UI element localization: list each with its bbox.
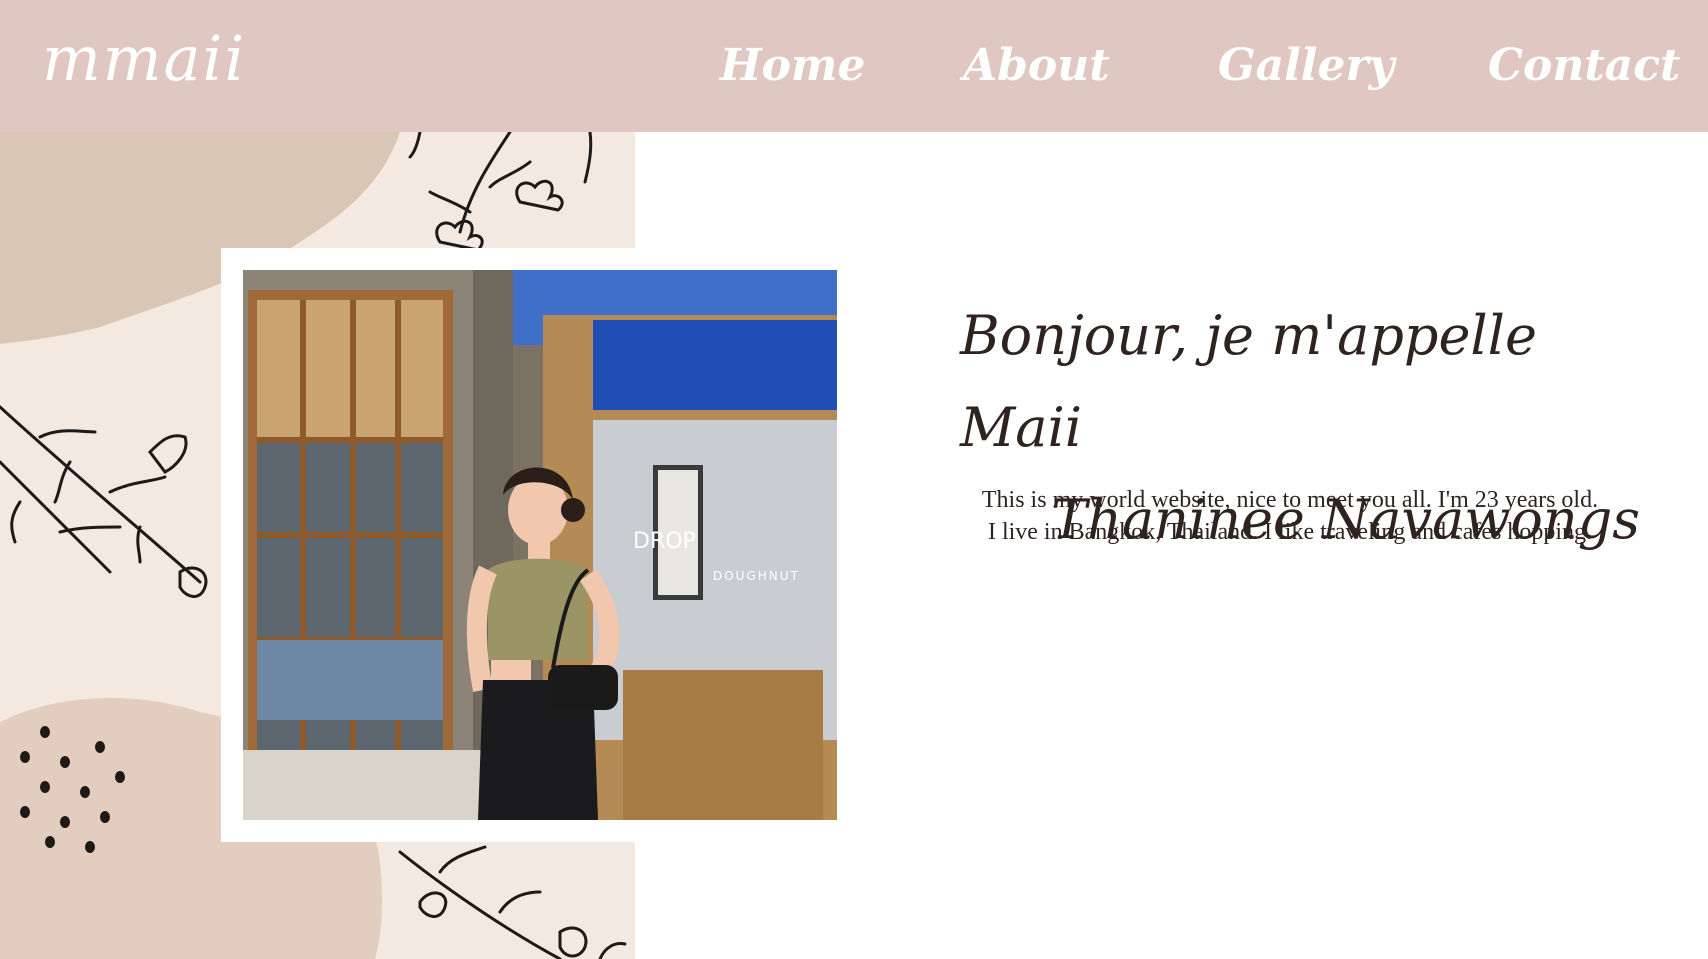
bio-text: This is my world website, nice to meet y…: [945, 484, 1635, 548]
bio-line-2: I live in Bangkok, Thailand. I like trav…: [987, 519, 1593, 545]
greeting-line-1: Bonjour, je m'appelle Maii: [960, 304, 1537, 459]
cafe-photo-illustration: DROP DOUGHNUT: [243, 270, 837, 820]
cafe-sign-text: DROP: [633, 529, 696, 554]
main-nav: Home About Gallery Contact: [0, 40, 1708, 100]
nav-contact-link[interactable]: Contact: [1488, 40, 1680, 91]
profile-photo: DROP DOUGHNUT: [243, 270, 837, 820]
profile-photo-frame: DROP DOUGHNUT: [221, 248, 837, 842]
bottom-flower-sprig: [398, 845, 627, 959]
bio-line-1: This is my world website, nice to meet y…: [981, 487, 1599, 513]
site-header: mmaii Home About Gallery Contact: [0, 0, 1708, 132]
nav-home-link[interactable]: Home: [720, 40, 865, 91]
nav-gallery-link[interactable]: Gallery: [1218, 40, 1394, 91]
cafe-sign-subtext: DOUGHNUT: [713, 569, 800, 583]
nav-about-link[interactable]: About: [963, 40, 1110, 91]
top-flower-sprig: [408, 132, 593, 252]
left-branch: [0, 405, 208, 598]
